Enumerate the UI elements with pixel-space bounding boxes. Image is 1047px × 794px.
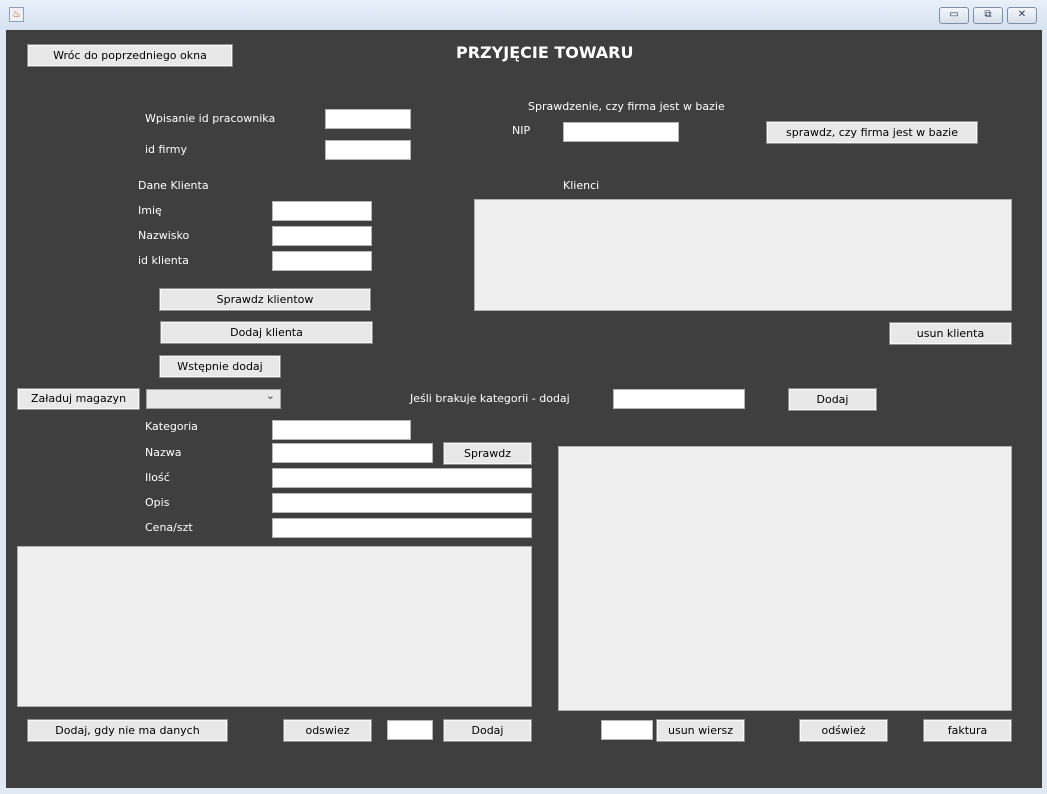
delete-row-button[interactable]: usun wiersz: [656, 719, 745, 742]
refresh-button[interactable]: odswiez: [283, 719, 372, 742]
main-panel: Wróc do poprzedniego okna PRZYJĘCIE TOWA…: [6, 30, 1042, 788]
chevron-down-icon: ⌄: [265, 389, 275, 402]
employee-id-field[interactable]: [325, 109, 411, 129]
maximize-button[interactable]: ⧉: [973, 7, 1003, 24]
first-name-label: Imię: [138, 204, 162, 217]
check-company-button[interactable]: sprawdz, czy firma jest w bazie: [766, 121, 978, 144]
products-left-list[interactable]: [17, 546, 532, 707]
warehouse-combo[interactable]: ⌄: [146, 389, 281, 409]
add-button[interactable]: Dodaj: [443, 719, 532, 742]
back-button[interactable]: Wróc do poprzedniego okna: [27, 44, 233, 67]
client-data-heading: Dane Klienta: [138, 179, 209, 192]
price-label: Cena/szt: [145, 521, 193, 534]
clients-list[interactable]: [474, 199, 1012, 311]
quantity-field[interactable]: [272, 468, 532, 488]
last-name-label: Nazwisko: [138, 229, 190, 242]
new-category-field[interactable]: [613, 389, 745, 409]
window-title-bar: ♨ ▭ ⧉ ✕: [0, 0, 1047, 30]
minimize-button[interactable]: ▭: [939, 7, 969, 24]
description-label: Opis: [145, 496, 170, 509]
employee-id-label: Wpisanie id pracownika: [145, 112, 276, 125]
check-clients-button[interactable]: Sprawdz klientow: [159, 288, 371, 311]
products-right-list[interactable]: [558, 446, 1012, 711]
check-product-button[interactable]: Sprawdz: [443, 442, 532, 465]
add-no-data-button[interactable]: Dodaj, gdy nie ma danych: [27, 719, 228, 742]
row-number-field[interactable]: [601, 720, 653, 740]
add-client-button[interactable]: Dodaj klienta: [160, 321, 373, 344]
quantity-small-field[interactable]: [387, 720, 433, 740]
client-id-label: id klienta: [138, 254, 189, 267]
company-id-field[interactable]: [325, 140, 411, 160]
nip-field[interactable]: [563, 122, 679, 142]
page-title: PRZYJĘCIE TOWARU: [456, 43, 634, 62]
remove-client-button[interactable]: usun klienta: [889, 322, 1012, 345]
java-icon: ♨: [9, 7, 24, 22]
missing-category-label: Jeśli brakuje kategorii - dodaj: [410, 392, 570, 405]
nip-label: NIP: [512, 124, 531, 137]
close-button[interactable]: ✕: [1007, 7, 1037, 24]
company-id-label: id firmy: [145, 143, 188, 156]
load-warehouse-button[interactable]: Załaduj magazyn: [17, 388, 140, 410]
client-id-field[interactable]: [272, 251, 372, 271]
category-field[interactable]: [272, 420, 411, 440]
first-name-field[interactable]: [272, 201, 372, 221]
quantity-label: Ilość: [145, 471, 170, 484]
category-label: Kategoria: [145, 420, 198, 433]
pre-add-button[interactable]: Wstępnie dodaj: [159, 355, 281, 378]
description-field[interactable]: [272, 493, 532, 513]
clients-heading: Klienci: [563, 179, 600, 192]
company-check-heading: Sprawdzenie, czy firma jest w bazie: [528, 100, 725, 113]
refresh-right-button[interactable]: odśwież: [799, 719, 888, 742]
product-name-field[interactable]: [272, 443, 433, 463]
add-category-button[interactable]: Dodaj: [788, 388, 877, 411]
price-field[interactable]: [272, 518, 532, 538]
last-name-field[interactable]: [272, 226, 372, 246]
product-name-label: Nazwa: [145, 446, 182, 459]
invoice-button[interactable]: faktura: [923, 719, 1012, 742]
